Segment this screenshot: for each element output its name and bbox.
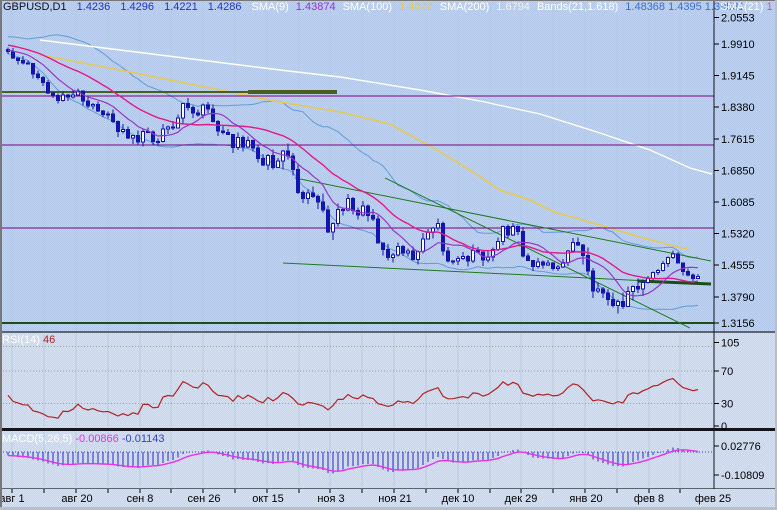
price-chart[interactable] xyxy=(0,2,714,330)
axis-label: 1.8380 xyxy=(721,102,755,114)
axis-label: 0 xyxy=(721,421,727,433)
date-label: авг 20 xyxy=(61,493,92,505)
axis-label: 1.6085 xyxy=(721,197,755,209)
sma21-value: 1 xyxy=(766,1,773,13)
axis-label: 105 xyxy=(721,338,739,350)
close-value: 1.4286 xyxy=(207,1,242,13)
date-label: янв 20 xyxy=(569,493,602,505)
axis-label: 1.3790 xyxy=(721,292,755,304)
indicator-label: SMA(100) xyxy=(342,1,393,13)
indicator-label: Bands(21,1.618) xyxy=(536,1,619,13)
macd-label: MACD(5,26,5) xyxy=(2,433,73,445)
open-value: 1.4236 xyxy=(76,1,111,13)
indicator-label: SMA(9) xyxy=(251,1,289,13)
date-label: фев 25 xyxy=(695,493,731,505)
date-label: окт 15 xyxy=(252,493,283,505)
indicator-value: 1.6794 xyxy=(496,1,530,13)
low-value: 1.4221 xyxy=(164,1,198,13)
rsi-plot[interactable] xyxy=(0,334,714,427)
axis-label: 1.9145 xyxy=(721,71,755,83)
axis-label: 1.3156 xyxy=(721,318,755,330)
rsi-header: RSI(14) 46 xyxy=(2,334,55,346)
sma21-label: SMA(21) xyxy=(720,1,764,13)
axis-label: -0.10809 xyxy=(721,470,764,482)
date-label: ноя 21 xyxy=(378,493,411,505)
date-label: дек 29 xyxy=(505,493,538,505)
date-label: авг 1 xyxy=(0,493,25,505)
rsi-value: 46 xyxy=(42,334,56,346)
date-label: сен 26 xyxy=(188,493,221,505)
indicator-label: SMA(200) xyxy=(439,1,490,13)
indicator-value: 1.4922 xyxy=(399,1,433,13)
date-label: сен 8 xyxy=(127,493,154,505)
indicator-value: 1.43874 xyxy=(295,1,336,13)
date-label: дек 10 xyxy=(442,493,475,505)
indicator-legend: SMA(9) 1.43874 SMA(100) 1.4922 SMA(200) 1.679… xyxy=(252,1,752,13)
date-label: ноя 3 xyxy=(317,493,344,505)
axis-label: 30 xyxy=(721,399,733,411)
chart-header: GBPUSD,D1 1.4236 1.4296 1.4221 1.4286 SM… xyxy=(3,1,759,13)
axis-label: 2.0553 xyxy=(721,12,755,24)
rsi-label: RSI(14) xyxy=(2,334,40,346)
sma21-legend: SMA(21) 1 xyxy=(720,1,773,13)
axis-label: 1.9910 xyxy=(721,39,755,51)
macd-header: MACD(5,26,5) -0.00866 -0.01143 xyxy=(2,433,164,445)
axis-label: 70 xyxy=(721,366,733,378)
mt4-chart-window: 2.0553 1.9910 1.9145 1.8380 1.7615 1.6850 1.60… xyxy=(0,0,777,510)
axis-label: 1.6850 xyxy=(721,165,755,177)
axis-label: 0.02776 xyxy=(721,441,761,453)
axis-label: 1.7615 xyxy=(721,134,755,146)
high-value: 1.4296 xyxy=(120,1,155,13)
axis-label: 1.4555 xyxy=(721,260,755,272)
axis-label: 1.5320 xyxy=(721,229,755,241)
candles xyxy=(6,47,700,314)
axes: 2.0553 1.9910 1.9145 1.8380 1.7615 1.6850 1.60… xyxy=(0,1,764,505)
symbol-period-label: GBPUSD,D1 xyxy=(3,1,67,13)
macd-value: -0.00866 xyxy=(75,433,119,445)
date-label: фев 8 xyxy=(634,493,664,505)
macd-signal-value: -0.01143 xyxy=(121,433,165,445)
